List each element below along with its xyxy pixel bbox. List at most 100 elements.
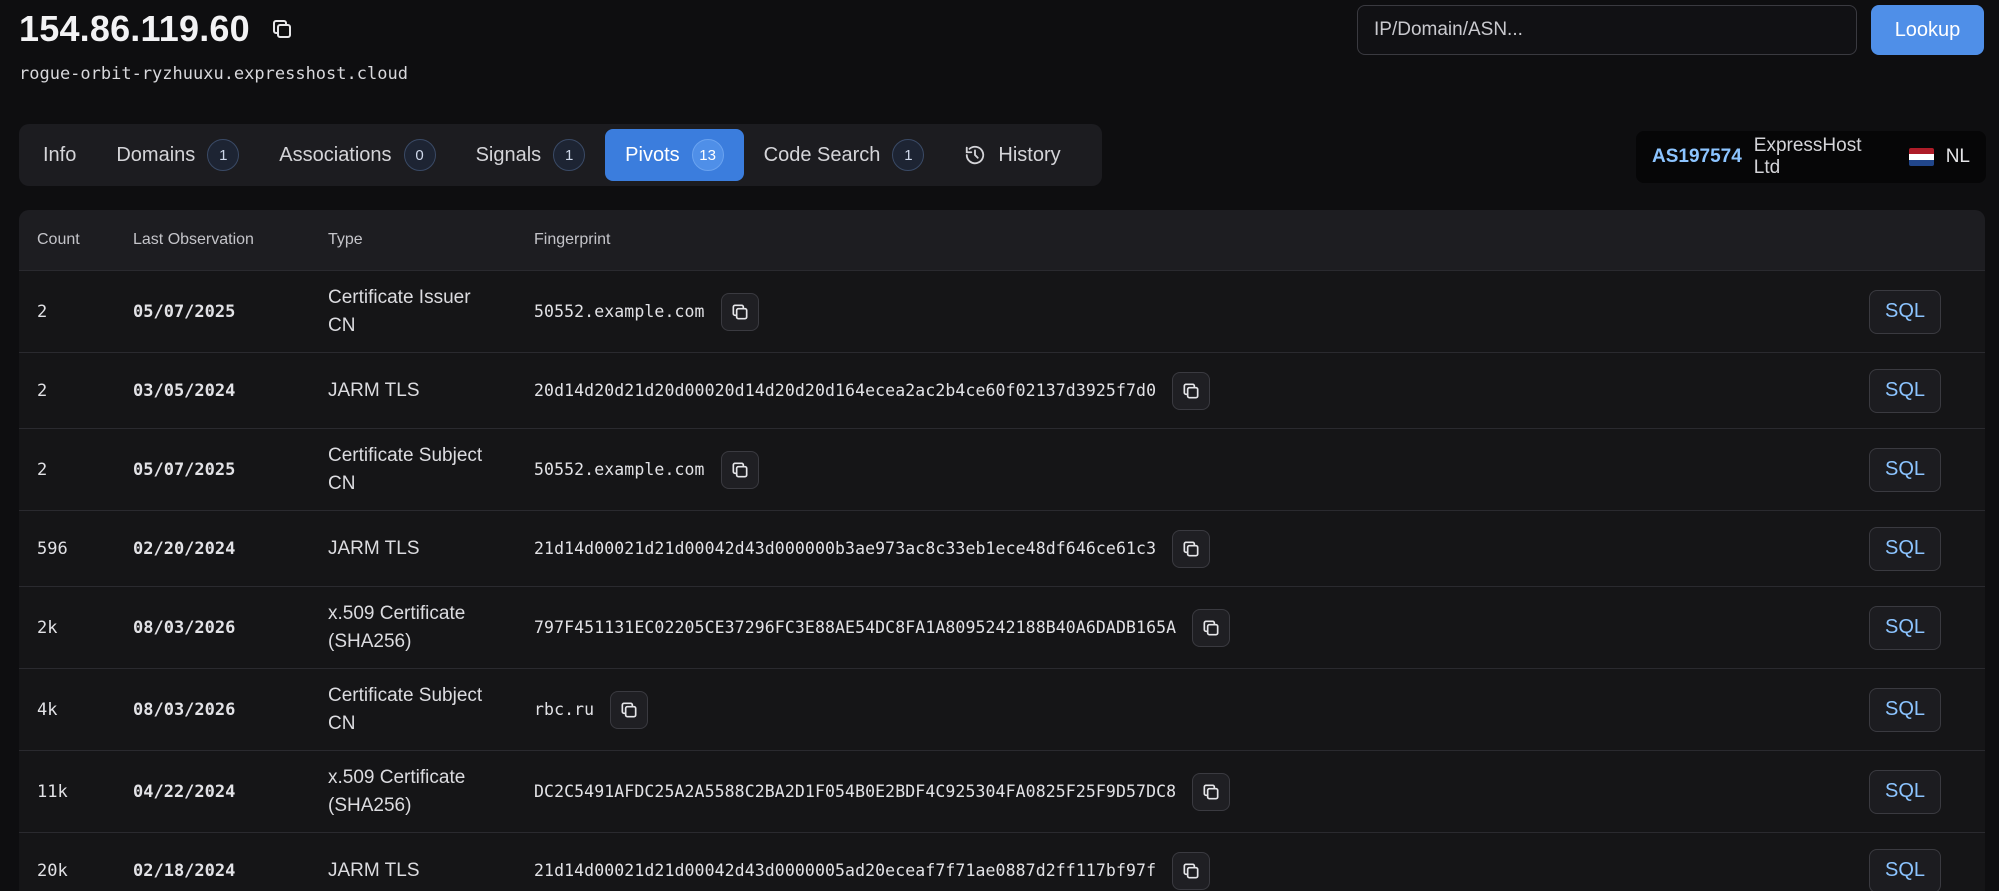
fingerprint-value[interactable]: 50552.example.com bbox=[534, 460, 705, 479]
header-last-observation: Last Observation bbox=[133, 231, 254, 248]
type-line: JARM TLS bbox=[328, 537, 420, 559]
ip-header: 154.86.119.60 bbox=[19, 8, 294, 50]
sql-button[interactable]: SQL bbox=[1869, 848, 1941, 891]
tab-label: Signals bbox=[475, 143, 542, 166]
copy-icon[interactable] bbox=[1192, 608, 1231, 647]
fingerprint-value[interactable]: DC2C5491AFDC25A2A5588C2BA2D1F054B0E2BDF4… bbox=[534, 782, 1176, 801]
type-line: JARM TLS bbox=[328, 379, 420, 401]
type-line: JARM TLS bbox=[328, 859, 420, 881]
flag-stripe-blue bbox=[1908, 160, 1934, 166]
copy-icon[interactable] bbox=[720, 450, 759, 489]
cell-type: JARM TLS bbox=[328, 857, 534, 885]
copy-icon[interactable] bbox=[720, 292, 759, 331]
asn-org: ExpressHost Ltd bbox=[1753, 135, 1862, 178]
cell-last-observation: 04/22/2024 bbox=[133, 781, 236, 802]
table-row: 20k 02/18/2024 JARM TLS 21d14d00021d21d0004… bbox=[19, 833, 1985, 891]
tab-history[interactable]: History bbox=[944, 129, 1080, 181]
fingerprint-value[interactable]: 50552.example.com bbox=[534, 302, 705, 321]
table-header: Count Last Observation Type Fingerprint bbox=[19, 210, 1985, 271]
copy-icon[interactable] bbox=[610, 690, 649, 729]
count-badge: 1 bbox=[207, 139, 240, 171]
type-line: (SHA256) bbox=[328, 630, 412, 652]
cell-sql: SQL bbox=[1869, 368, 1985, 413]
fingerprint-value[interactable]: 20d14d20d21d20d00020d14d20d20d164ecea2ac… bbox=[534, 381, 1156, 400]
cell-sql: SQL bbox=[1869, 769, 1985, 814]
cell-fingerprint: rbc.ru bbox=[534, 690, 1869, 729]
tab-label: Info bbox=[43, 143, 77, 166]
sql-button[interactable]: SQL bbox=[1869, 289, 1941, 334]
header-count: Count bbox=[37, 231, 80, 248]
sql-button[interactable]: SQL bbox=[1869, 687, 1941, 732]
header-fingerprint: Fingerprint bbox=[534, 231, 611, 248]
table-row: 2 03/05/2024 JARM TLS 20d14d20d21d20d00020d… bbox=[19, 353, 1985, 429]
cell-sql: SQL bbox=[1869, 289, 1985, 334]
cell-type: JARM TLS bbox=[328, 377, 534, 405]
tab-bar: Info Domains 1 Associations 0 Signals 1 … bbox=[19, 124, 1102, 186]
lookup-button[interactable]: Lookup bbox=[1871, 5, 1984, 55]
count-badge: 13 bbox=[691, 139, 724, 171]
tab-label: Code Search bbox=[763, 143, 881, 166]
ip-address: 154.86.119.60 bbox=[19, 8, 250, 49]
cell-last-observation: 02/18/2024 bbox=[133, 860, 236, 881]
fingerprint-value[interactable]: 21d14d00021d21d00042d43d000000b3ae973ac8… bbox=[534, 539, 1156, 558]
type-line: (SHA256) bbox=[328, 794, 412, 816]
fingerprint-value[interactable]: 797F451131EC02205CE37296FC3E88AE54DC8FA1… bbox=[534, 618, 1176, 637]
cell-count: 2 bbox=[37, 459, 48, 480]
header-type: Type bbox=[328, 231, 363, 248]
tab-label: Pivots bbox=[625, 143, 680, 166]
cell-type: JARM TLS bbox=[328, 535, 534, 563]
table-row: 596 02/20/2024 JARM TLS 21d14d00021d21d0004… bbox=[19, 511, 1985, 587]
table-row: 2 05/07/2025 Certificate Issuer CN 50552.exa… bbox=[19, 271, 1985, 353]
cell-last-observation: 08/03/2026 bbox=[133, 617, 236, 638]
cell-fingerprint: 21d14d00021d21d00042d43d0000005ad20eceaf… bbox=[534, 851, 1869, 890]
tab-associations[interactable]: Associations 0 bbox=[259, 129, 455, 181]
sql-button[interactable]: SQL bbox=[1869, 526, 1941, 571]
tab-domains[interactable]: Domains 1 bbox=[96, 129, 259, 181]
copy-icon[interactable] bbox=[1172, 529, 1211, 568]
sql-button[interactable]: SQL bbox=[1869, 769, 1941, 814]
copy-icon[interactable] bbox=[1172, 371, 1211, 410]
tab-label: Associations bbox=[279, 143, 392, 166]
copy-icon[interactable] bbox=[1172, 851, 1211, 890]
tab-pivots[interactable]: Pivots 13 bbox=[605, 129, 744, 181]
sql-button[interactable]: SQL bbox=[1869, 605, 1941, 650]
tab-label: Domains bbox=[116, 143, 196, 166]
table-row: 11k 04/22/2024 x.509 Certificate (SHA256) DC… bbox=[19, 751, 1985, 833]
cell-last-observation: 02/20/2024 bbox=[133, 538, 236, 559]
cell-count: 4k bbox=[37, 699, 58, 720]
copy-icon[interactable] bbox=[270, 17, 294, 41]
count-badge: 1 bbox=[892, 139, 925, 171]
asn-info: AS197574 ExpressHost Ltd NL bbox=[1636, 131, 1986, 183]
cell-sql: SQL bbox=[1869, 687, 1985, 732]
cell-fingerprint: 20d14d20d21d20d00020d14d20d20d164ecea2ac… bbox=[534, 371, 1869, 410]
cell-count: 2 bbox=[37, 301, 48, 322]
cell-fingerprint: 50552.example.com bbox=[534, 292, 1869, 331]
tab-code-search[interactable]: Code Search 1 bbox=[744, 129, 945, 181]
cell-sql: SQL bbox=[1869, 848, 1985, 891]
cell-type: x.509 Certificate (SHA256) bbox=[328, 764, 534, 820]
copy-icon[interactable] bbox=[1192, 772, 1231, 811]
tab-info[interactable]: Info bbox=[23, 129, 96, 181]
fingerprint-value[interactable]: 21d14d00021d21d00042d43d0000005ad20eceaf… bbox=[534, 861, 1156, 880]
cell-fingerprint: DC2C5491AFDC25A2A5588C2BA2D1F054B0E2BDF4… bbox=[534, 772, 1869, 811]
type-line: CN bbox=[328, 314, 356, 336]
cell-sql: SQL bbox=[1869, 605, 1985, 650]
table-row: 4k 08/03/2026 Certificate Subject CN rbc.ru S… bbox=[19, 669, 1985, 751]
netherlands-flag-icon bbox=[1908, 148, 1934, 166]
search-input[interactable] bbox=[1357, 5, 1857, 55]
cell-last-observation: 03/05/2024 bbox=[133, 380, 236, 401]
pivots-table: Count Last Observation Type Fingerprint … bbox=[19, 210, 1985, 891]
type-line: x.509 Certificate bbox=[328, 602, 466, 624]
fingerprint-value[interactable]: rbc.ru bbox=[534, 700, 594, 719]
cell-count: 11k bbox=[37, 781, 68, 802]
cell-sql: SQL bbox=[1869, 447, 1985, 492]
cell-count: 2k bbox=[37, 617, 58, 638]
sql-button[interactable]: SQL bbox=[1869, 368, 1941, 413]
type-line: CN bbox=[328, 472, 356, 494]
sql-button[interactable]: SQL bbox=[1869, 447, 1941, 492]
tab-signals[interactable]: Signals 1 bbox=[456, 129, 606, 181]
type-line: Certificate Subject bbox=[328, 684, 483, 706]
cell-count: 596 bbox=[37, 538, 68, 559]
asn-number[interactable]: AS197574 bbox=[1652, 146, 1742, 168]
cell-last-observation: 05/07/2025 bbox=[133, 301, 236, 322]
